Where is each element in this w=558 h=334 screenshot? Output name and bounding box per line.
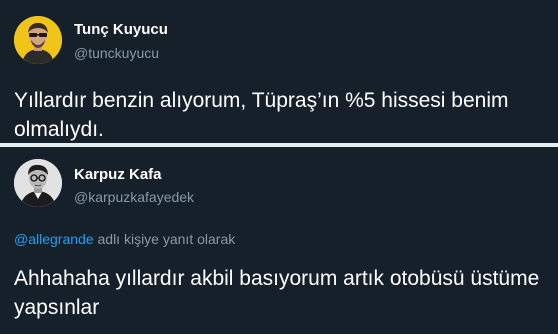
avatar[interactable] bbox=[14, 16, 62, 64]
user-handle[interactable]: @tunckuyucu bbox=[74, 45, 159, 61]
avatar[interactable] bbox=[14, 159, 62, 207]
mention-link[interactable]: @allegrande bbox=[14, 231, 94, 247]
display-name[interactable]: Karpuz Kafa bbox=[74, 166, 162, 183]
tweet-text: Ahhahaha yıllardır akbil basıyorum artık… bbox=[14, 267, 540, 319]
person-icon bbox=[14, 159, 62, 207]
reply-context-text: adlı kişiye yanıt olarak bbox=[93, 231, 236, 247]
person-icon bbox=[14, 16, 62, 64]
reply-context: @allegrande adlı kişiye yanıt olarak bbox=[14, 231, 235, 247]
user-handle[interactable]: @karpuzkafayedek bbox=[74, 189, 194, 205]
display-name[interactable]: Tunç Kuyucu bbox=[74, 21, 168, 38]
tweet-text: Yıllardır benzin alıyorum, Tüpraş’ın %5 … bbox=[14, 89, 509, 141]
tweet-card[interactable]: Tunç Kuyucu @tunckuyucu Yıllardır benzin… bbox=[0, 0, 558, 144]
tweet-card[interactable]: Karpuz Kafa @karpuzkafayedek @allegrande… bbox=[0, 147, 558, 334]
